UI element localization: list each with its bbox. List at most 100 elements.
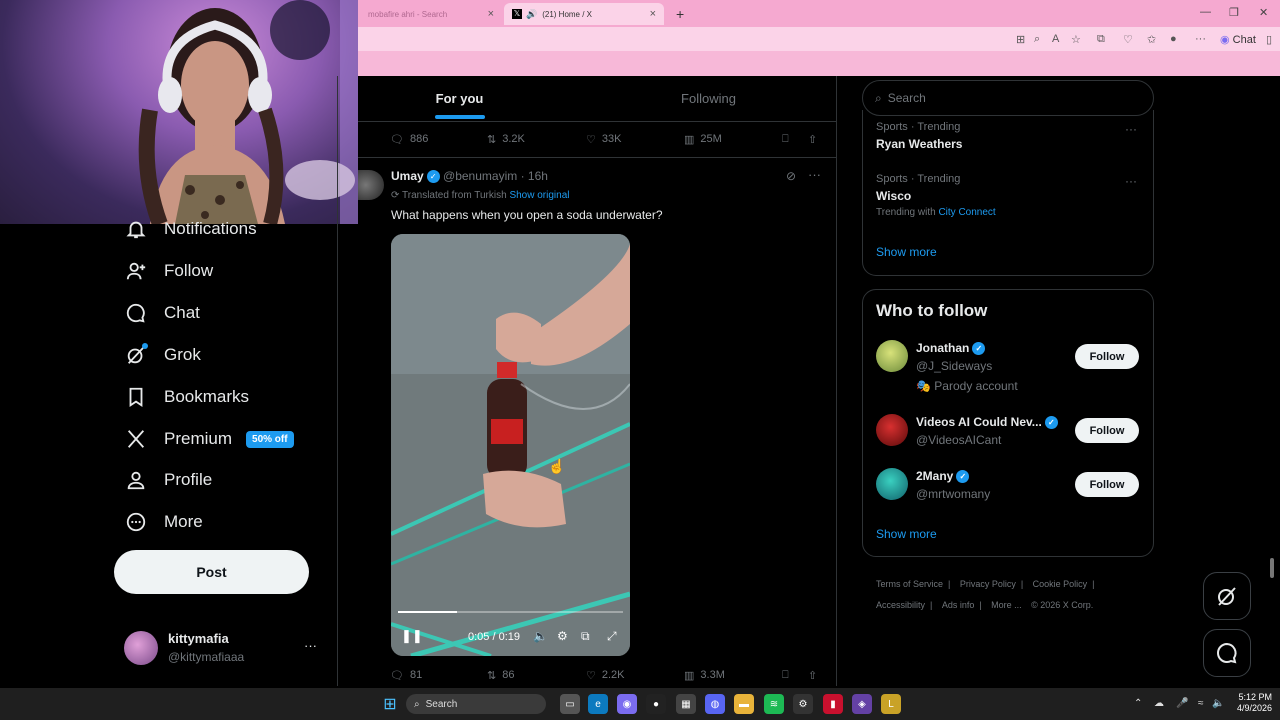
trend-related-link[interactable]: City Connect xyxy=(938,207,995,218)
tweet-time[interactable]: · 16h xyxy=(521,169,548,183)
tab-x-home[interactable]: 𝕏 🔊 (21) Home / X × xyxy=(504,3,664,25)
share-icon[interactable]: ⇧ xyxy=(808,133,817,146)
show-original-link[interactable]: Show original xyxy=(509,190,569,201)
edge-icon[interactable]: e xyxy=(588,694,608,714)
tweet-more-icon[interactable]: ··· xyxy=(808,167,821,182)
scrollbar-thumb[interactable] xyxy=(1270,558,1274,578)
follow-button[interactable]: Follow xyxy=(1075,418,1139,443)
spotify-icon[interactable]: ≋ xyxy=(764,694,784,714)
trend-item[interactable]: Sports · Trending Wisco Trending with Ci… xyxy=(876,173,996,218)
trend-more-icon[interactable]: ··· xyxy=(1125,174,1137,188)
share-icon[interactable]: ⇧ xyxy=(808,669,817,682)
footer-link[interactable]: Privacy Policy xyxy=(960,579,1016,589)
split-screen-icon[interactable]: ⊞ xyxy=(1016,33,1025,46)
picture-in-picture-icon[interactable]: ⧉ xyxy=(581,629,590,644)
messages-float-button[interactable] xyxy=(1203,629,1251,677)
sidebar-item-notifications[interactable]: Notifications xyxy=(124,212,257,246)
account-switcher[interactable]: kittymafia @kittymafiaaa ··· xyxy=(114,626,324,670)
store-icon[interactable]: ▦ xyxy=(676,694,696,714)
tab-following[interactable]: Following xyxy=(581,76,836,121)
suggest-name[interactable]: Jonathan ✓ xyxy=(916,341,986,356)
sidebar-item-premium[interactable]: Premium 50% off xyxy=(124,422,294,456)
footer-link[interactable]: Terms of Service xyxy=(876,579,943,589)
bookmark-icon[interactable]: ⎕ xyxy=(782,669,789,682)
footer-link[interactable]: More ... xyxy=(991,600,1022,610)
show-more-link[interactable]: Show more xyxy=(876,527,937,541)
media-app-icon[interactable]: ▮ xyxy=(823,694,843,714)
reply-button[interactable]: 🗨 886 xyxy=(390,133,428,146)
like-button[interactable]: ♡ 33K xyxy=(586,133,621,146)
favorite-star-icon[interactable]: ☆ xyxy=(1071,33,1081,46)
tweet-author-handle[interactable]: @benumayim xyxy=(443,169,517,183)
avatar[interactable] xyxy=(876,414,908,446)
show-more-link[interactable]: Show more xyxy=(876,245,937,259)
bookmark-icon[interactable]: ⎕ xyxy=(782,133,789,146)
favorites-icon[interactable]: ✩ xyxy=(1147,33,1156,46)
tray-chevron-icon[interactable]: ⌃ xyxy=(1134,698,1142,709)
browser-essentials-icon[interactable]: ♡ xyxy=(1123,33,1133,46)
repost-button[interactable]: ⇅ 3.2K xyxy=(487,133,525,146)
views-button[interactable]: ▥ 25M xyxy=(684,133,722,146)
avatar[interactable] xyxy=(876,468,908,500)
footer-link[interactable]: Cookie Policy xyxy=(1033,579,1088,589)
sidebar-item-grok[interactable]: Grok xyxy=(124,338,201,372)
volume-icon[interactable]: 🔈 xyxy=(1212,698,1224,709)
discord-icon[interactable]: ◍ xyxy=(705,694,725,714)
taskbar-search[interactable]: ⌕ Search xyxy=(406,694,546,714)
sidebar-toggle-icon[interactable]: ▯ xyxy=(1266,33,1272,46)
tab-search[interactable]: mobafire ahri - Search × xyxy=(360,3,502,25)
footer-link[interactable]: Ads info xyxy=(942,600,975,610)
trend-more-icon[interactable]: ··· xyxy=(1125,122,1137,136)
microphone-icon[interactable]: 🎤 xyxy=(1176,698,1188,709)
views-button[interactable]: ▥ 3.3M xyxy=(684,669,725,682)
grok-explain-icon[interactable]: ⊘ xyxy=(786,169,796,183)
sidebar-item-bookmarks[interactable]: Bookmarks xyxy=(124,380,249,414)
avatar[interactable] xyxy=(876,340,908,372)
grok-float-button[interactable] xyxy=(1203,572,1251,620)
copilot-icon[interactable]: ◉ xyxy=(617,694,637,714)
reply-button[interactable]: 🗨 81 xyxy=(390,669,422,682)
tweet-author-name[interactable]: Umay xyxy=(391,169,424,183)
like-button[interactable]: ♡ 2.2K xyxy=(586,669,625,682)
speaker-icon[interactable]: 🔊 xyxy=(526,9,537,20)
file-explorer-icon[interactable]: ▬ xyxy=(734,694,754,714)
read-aloud-icon[interactable]: A xyxy=(1052,33,1059,45)
zoom-icon[interactable]: ⌕ xyxy=(1034,33,1040,46)
steam-icon[interactable]: ⚙ xyxy=(793,694,813,714)
windows-start-icon[interactable]: ⊞ xyxy=(380,694,400,714)
pause-icon[interactable]: ❚❚ xyxy=(401,628,423,644)
account-menu-icon[interactable]: ··· xyxy=(304,638,317,653)
follow-button[interactable]: Follow xyxy=(1075,344,1139,369)
video-settings-icon[interactable]: ⚙ xyxy=(557,629,568,643)
wifi-icon[interactable]: ≈ xyxy=(1198,698,1204,709)
sidebar-item-more[interactable]: More xyxy=(124,505,203,539)
video-progress-track[interactable] xyxy=(398,611,623,613)
league-icon[interactable]: L xyxy=(881,694,901,714)
close-window-icon[interactable]: ✕ xyxy=(1259,6,1268,19)
tweet-video[interactable]: ❚❚ 0:05 / 0:19 🔈 ⚙ ⧉ ⤢ xyxy=(391,234,630,656)
post-button[interactable]: Post xyxy=(114,550,309,594)
repost-button[interactable]: ⇅ 86 xyxy=(487,669,514,682)
follow-button[interactable]: Follow xyxy=(1075,472,1139,497)
sidebar-item-chat[interactable]: Chat xyxy=(124,296,200,330)
maximize-icon[interactable]: ❐ xyxy=(1229,6,1239,19)
trend-item[interactable]: Sports · Trending Ryan Weathers xyxy=(876,121,962,151)
sidebar-item-follow[interactable]: Follow xyxy=(124,254,213,288)
tweet-author-avatar[interactable] xyxy=(358,170,384,200)
close-tab-icon[interactable]: × xyxy=(650,8,656,20)
settings-more-icon[interactable]: ··· xyxy=(1195,33,1206,45)
copilot-chat-button[interactable]: ◉ Chat xyxy=(1220,33,1256,46)
onedrive-icon[interactable]: ☁ xyxy=(1154,698,1164,709)
suggest-name[interactable]: Videos AI Could Nev... ✓ xyxy=(916,415,1058,430)
taskbar-clock[interactable]: 5:12 PM 4/9/2026 xyxy=(1228,692,1272,714)
fullscreen-icon[interactable]: ⤢ xyxy=(607,629,617,644)
app-icon[interactable]: ● xyxy=(646,694,666,714)
twitch-icon[interactable]: ◈ xyxy=(852,694,872,714)
new-tab-button[interactable]: + xyxy=(668,3,692,25)
account-icon[interactable]: ● xyxy=(1170,33,1177,45)
tab-for-you[interactable]: For you xyxy=(358,76,561,121)
sidebar-item-profile[interactable]: Profile xyxy=(124,463,212,497)
close-tab-icon[interactable]: × xyxy=(488,8,494,20)
task-view-icon[interactable]: ▭ xyxy=(560,694,580,714)
footer-link[interactable]: Accessibility xyxy=(876,600,925,610)
